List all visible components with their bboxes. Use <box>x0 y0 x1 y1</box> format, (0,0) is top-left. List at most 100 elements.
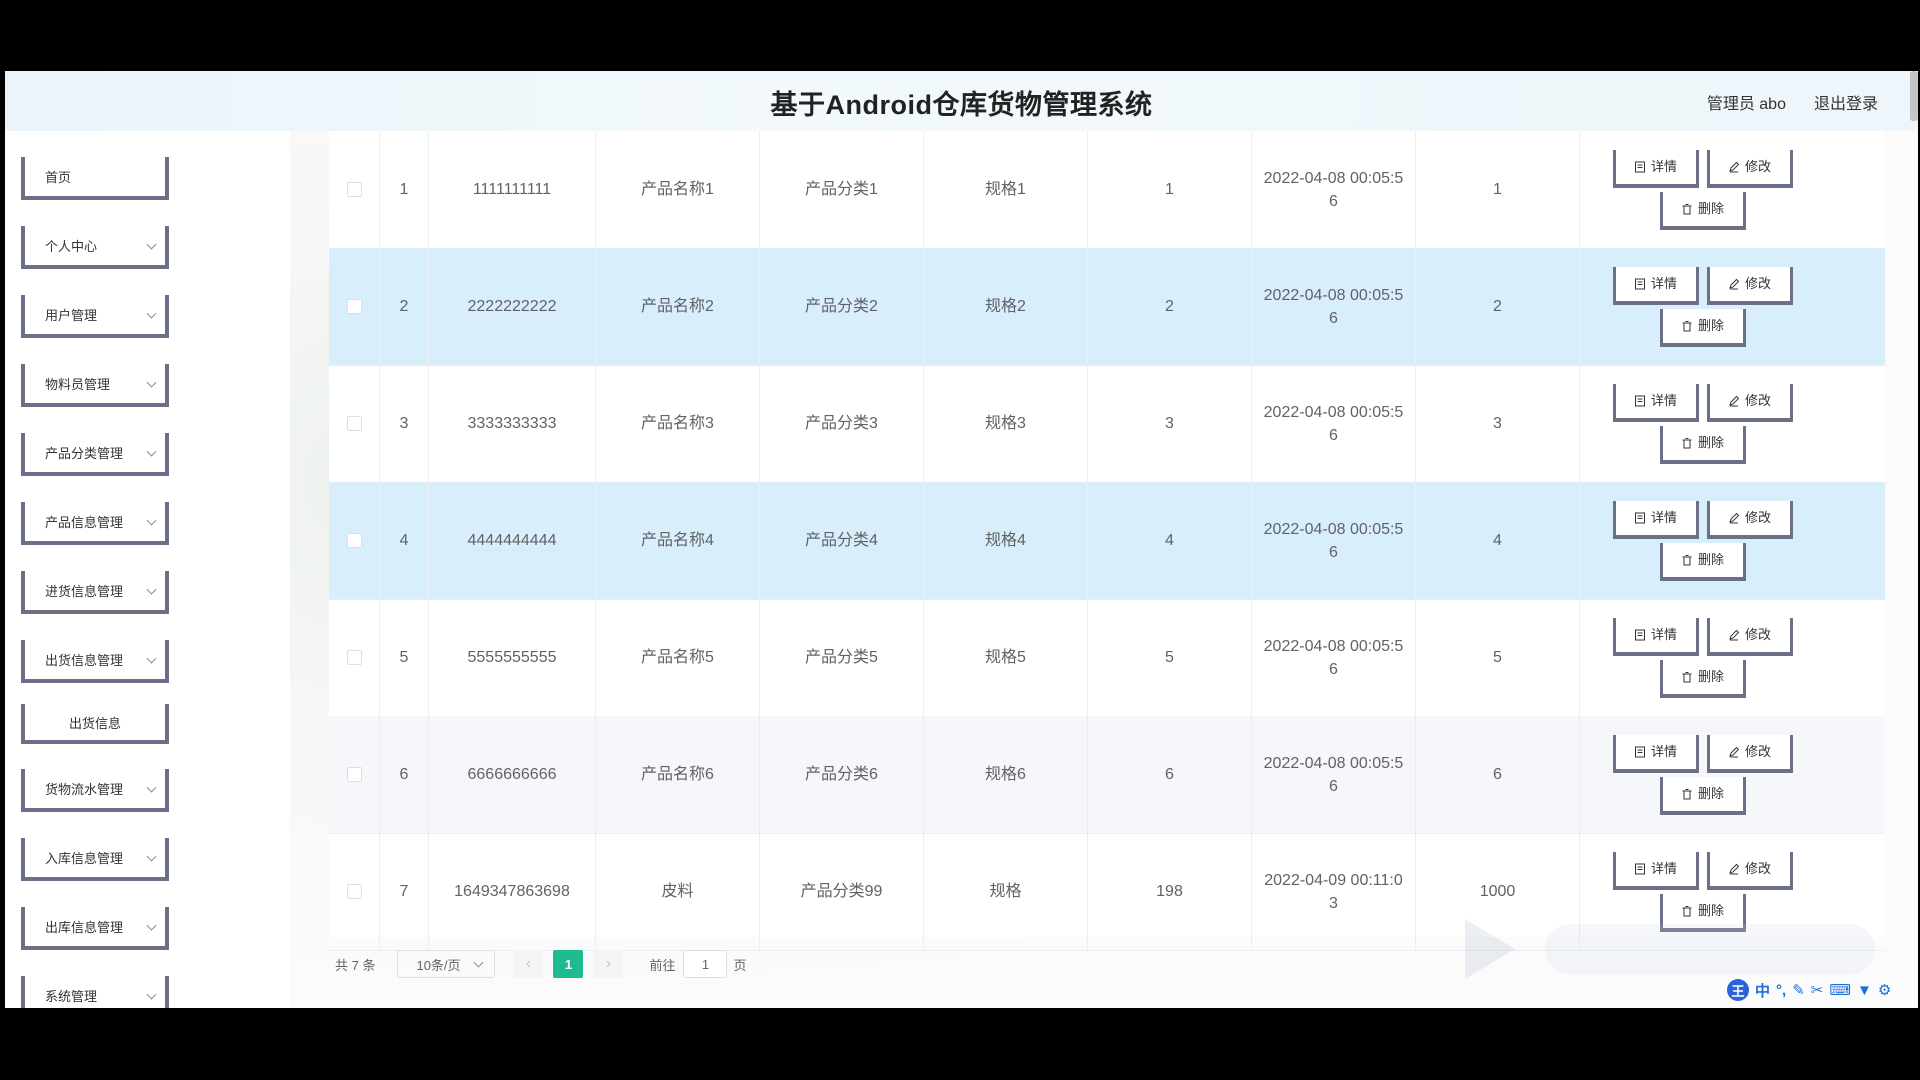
edit-button[interactable]: 修改 <box>1706 383 1793 422</box>
sidebar-item[interactable]: 出库信息管理 <box>21 907 169 950</box>
cell-category: 产品分类4 <box>760 482 924 599</box>
table-row[interactable]: 6 6666666666 产品名称6 产品分类6 规格6 6 2022-04-08 00:0… <box>329 716 1885 834</box>
row-actions: 详情 修改 删除 <box>1580 716 1885 833</box>
cell-text: 规格1 <box>985 181 1026 198</box>
page-number-current[interactable]: 1 <box>553 950 584 978</box>
delete-button[interactable]: 删除 <box>1659 776 1746 815</box>
row-checkbox[interactable] <box>346 533 362 548</box>
edit-button[interactable]: 修改 <box>1706 149 1793 188</box>
row-checkbox[interactable] <box>346 884 362 899</box>
sidebar-item[interactable]: 个人中心 <box>21 226 169 269</box>
delete-button[interactable]: 删除 <box>1659 542 1746 581</box>
row-actions-top: 详情 修改 <box>1612 500 1793 539</box>
edit-icon <box>1728 278 1740 290</box>
ime-logo-icon[interactable]: 王 <box>1727 979 1749 1001</box>
table-row[interactable]: 1 1111111111 产品名称1 产品分类1 规格1 1 2022-04-08 00:0… <box>329 131 1885 249</box>
sidebar-item[interactable]: 产品信息管理 <box>21 502 169 545</box>
edit-button[interactable]: 修改 <box>1706 617 1793 656</box>
sidebar-item[interactable]: 出货信息 <box>21 704 169 744</box>
cell-spec: 规格5 <box>924 599 1088 716</box>
sidebar-item[interactable]: 进货信息管理 <box>21 571 169 614</box>
delete-button[interactable]: 删除 <box>1659 308 1746 347</box>
ime-settings-icon[interactable]: ⚙ <box>1878 981 1891 999</box>
detail-button[interactable]: 详情 <box>1612 500 1699 539</box>
delete-button[interactable]: 删除 <box>1659 425 1746 464</box>
ime-scissors-icon[interactable]: ✂ <box>1811 981 1824 999</box>
sidebar-item[interactable]: 产品分类管理 <box>21 433 169 476</box>
page-size-select[interactable]: 10条/页 <box>397 950 496 978</box>
ime-punct-icon[interactable]: °, <box>1776 982 1786 999</box>
cell-qty: 3 <box>1088 365 1252 482</box>
table-row[interactable]: 5 5555555555 产品名称5 产品分类5 规格5 5 2022-04-08 00:0… <box>329 599 1885 717</box>
file-text-icon <box>1634 278 1646 290</box>
next-page-button[interactable]: › <box>593 950 624 978</box>
cell-text: 198 <box>1156 883 1183 900</box>
cell-text: 2222222222 <box>467 298 557 315</box>
button-label: 删除 <box>1697 201 1724 216</box>
cell-qty: 6 <box>1088 716 1252 833</box>
sidebar-item[interactable]: 入库信息管理 <box>21 838 169 881</box>
table-row[interactable]: 4 4444444444 产品名称4 产品分类4 规格4 4 2022-04-08 00:0… <box>329 482 1885 600</box>
ime-keyboard-icon[interactable]: ⌨ <box>1829 981 1851 999</box>
detail-button[interactable]: 详情 <box>1612 383 1699 422</box>
sidebar-item[interactable]: 首页 <box>21 157 169 200</box>
ime-mode-label[interactable]: 中 <box>1755 980 1770 1001</box>
trash-icon <box>1681 671 1693 683</box>
table-row[interactable]: 2 2222222222 产品名称2 产品分类2 规格2 2 2022-04-08 00:0… <box>329 248 1885 366</box>
cell-text: 2022-04-08 00:05:56 <box>1263 286 1404 327</box>
row-checkbox[interactable] <box>346 416 362 431</box>
delete-button[interactable]: 删除 <box>1659 659 1746 698</box>
detail-button[interactable]: 详情 <box>1612 617 1699 656</box>
edit-button[interactable]: 修改 <box>1706 500 1793 539</box>
edit-button[interactable]: 修改 <box>1706 266 1793 305</box>
chevron-left-icon: ‹ <box>525 955 532 972</box>
row-checkbox-cell <box>329 833 380 950</box>
logout-link[interactable]: 退出登录 <box>1814 90 1878 114</box>
cell-text: 2022-04-08 00:05:56 <box>1263 754 1404 795</box>
ime-toolbar[interactable]: 王 中 °, ✎ ✂ ⌨ ▼ ⚙ <box>1727 979 1891 1001</box>
detail-button[interactable]: 详情 <box>1612 851 1699 890</box>
cell-index: 1 <box>380 131 429 248</box>
detail-button[interactable]: 详情 <box>1612 266 1699 305</box>
sidebar-item[interactable]: 出货信息管理 <box>21 640 169 683</box>
ime-pen-icon[interactable]: ✎ <box>1792 981 1805 999</box>
cell-text: 1 <box>1165 181 1174 198</box>
cell-text: 产品名称6 <box>641 766 714 783</box>
cell-qty: 1 <box>1088 131 1252 248</box>
row-checkbox-cell <box>329 482 380 599</box>
user-name[interactable]: 管理员 abo <box>1707 90 1786 114</box>
prev-page-button[interactable]: ‹ <box>513 950 544 978</box>
cell-time: 2022-04-08 00:05:56 <box>1252 482 1416 599</box>
file-text-icon <box>1634 746 1646 758</box>
cell-category: 产品分类2 <box>760 248 924 365</box>
ime-shirt-icon[interactable]: ▼ <box>1857 982 1872 999</box>
row-checkbox[interactable] <box>346 767 362 782</box>
sidebar-item[interactable]: 用户管理 <box>21 295 169 338</box>
row-checkbox[interactable] <box>346 650 362 665</box>
sidebar-item[interactable]: 系统管理 <box>21 976 169 1008</box>
goto-label: 前往 <box>649 957 676 973</box>
page-scrollbar[interactable] <box>1910 71 1918 121</box>
row-checkbox[interactable] <box>346 182 362 197</box>
detail-button[interactable]: 详情 <box>1612 149 1699 188</box>
cell-category: 产品分类1 <box>760 131 924 248</box>
cell-time: 2022-04-08 00:05:56 <box>1252 248 1416 365</box>
trash-icon <box>1681 320 1693 332</box>
delete-button[interactable]: 删除 <box>1659 191 1746 230</box>
sidebar-item[interactable]: 物料员管理 <box>21 364 169 407</box>
row-actions-top: 详情 修改 <box>1612 734 1793 773</box>
detail-button[interactable]: 详情 <box>1612 734 1699 773</box>
cell-name: 产品名称5 <box>596 599 760 716</box>
data-table: 1 1111111111 产品名称1 产品分类1 规格1 1 2022-04-08 00:0… <box>329 131 1885 951</box>
sidebar-item-label: 个人中心 <box>45 239 98 254</box>
sidebar-item[interactable]: 货物流水管理 <box>21 769 169 812</box>
sidebar-item-label: 产品信息管理 <box>45 515 124 530</box>
button-label: 详情 <box>1650 393 1677 408</box>
table-row[interactable]: 3 3333333333 产品名称3 产品分类3 规格3 3 2022-04-08 00:0… <box>329 365 1885 483</box>
edit-button[interactable]: 修改 <box>1706 851 1793 890</box>
button-label: 删除 <box>1697 435 1724 450</box>
goto-page-input[interactable] <box>683 950 728 978</box>
row-checkbox[interactable] <box>346 299 362 314</box>
cell-code: 2222222222 <box>429 248 596 365</box>
edit-button[interactable]: 修改 <box>1706 734 1793 773</box>
